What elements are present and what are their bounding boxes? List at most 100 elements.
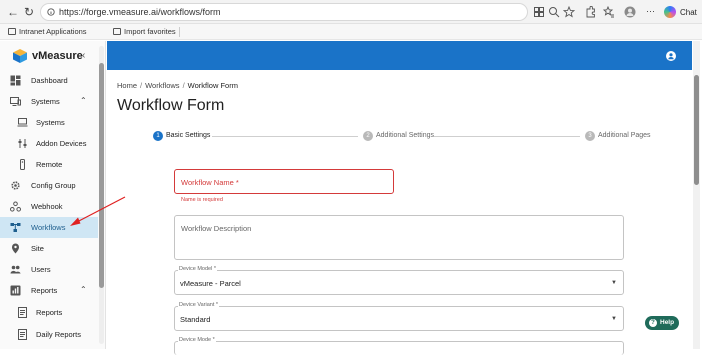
page-scrollbar-thumb[interactable] xyxy=(694,75,699,185)
browser-toolbar: ← ↻ https://forge.vmeasure.ai/workflows/… xyxy=(0,0,702,24)
breadcrumb-separator: / xyxy=(182,81,185,90)
help-icon: ? xyxy=(649,319,657,327)
sidebar-item-label: Systems xyxy=(31,97,60,106)
sidebar-item-workflows[interactable]: Workflows xyxy=(0,217,98,238)
step-label: Additional Settings xyxy=(376,132,434,139)
address-bar[interactable]: https://forge.vmeasure.ai/workflows/form xyxy=(40,3,528,21)
devices-icon xyxy=(18,139,27,148)
workflow-description-placeholder: Workflow Description xyxy=(181,224,252,233)
page-title: Workflow Form xyxy=(117,97,225,114)
gear-icon xyxy=(11,181,20,190)
collapse-sidebar-icon[interactable]: ‹ xyxy=(82,50,85,61)
remote-icon xyxy=(20,159,25,170)
profile-avatar-icon[interactable] xyxy=(624,6,636,18)
sidebar: vMeasure ‹ Dashboard Systems ⌃ Systems A… xyxy=(0,41,106,349)
sidebar-item-systems-group[interactable]: Systems ⌃ xyxy=(0,91,98,112)
sidebar-item-users[interactable]: Users xyxy=(0,259,98,280)
monitor-icon xyxy=(10,97,21,106)
device-model-select[interactable]: vMeasure - Parcel ▼ xyxy=(174,270,624,295)
app-header xyxy=(107,41,692,70)
sidebar-scrollbar-thumb[interactable] xyxy=(99,63,104,288)
dropdown-arrow-icon: ▼ xyxy=(611,280,617,286)
workflow-name-placeholder: Workflow Name * xyxy=(181,178,239,187)
chat-button[interactable]: Chat xyxy=(664,5,700,20)
account-icon[interactable] xyxy=(666,51,676,61)
breadcrumb-separator: / xyxy=(140,81,143,90)
sidebar-item-label: Reports xyxy=(31,286,58,295)
zoom-icon[interactable] xyxy=(548,6,560,18)
sidebar-item-label: Webhook xyxy=(31,202,63,211)
breadcrumb: Home / Workflows / Workflow Form xyxy=(117,81,238,90)
device-variant-select[interactable]: Standard ▼ xyxy=(174,306,624,331)
help-button[interactable]: ? Help xyxy=(645,316,679,330)
star-icon[interactable] xyxy=(563,6,575,18)
sidebar-item-webhook[interactable]: Webhook xyxy=(0,196,98,217)
workflow-icon xyxy=(10,223,21,232)
reports-icon xyxy=(10,285,21,296)
breadcrumb-workflows[interactable]: Workflows xyxy=(145,81,179,90)
workflow-name-error: Name is required xyxy=(181,197,223,203)
more-menu-icon[interactable]: ⋯ xyxy=(646,6,655,16)
users-icon xyxy=(10,265,21,274)
workflow-name-field[interactable]: Workflow Name * xyxy=(174,169,394,194)
url-text[interactable]: https://forge.vmeasure.ai/workflows/form xyxy=(59,7,221,17)
favorites-icon[interactable] xyxy=(603,6,615,18)
sidebar-item-label: Site xyxy=(31,244,44,253)
copilot-icon xyxy=(664,6,676,18)
apps-icon[interactable] xyxy=(533,6,545,18)
sidebar-item-remote[interactable]: Remote xyxy=(0,154,98,175)
sidebar-item-reports[interactable]: Reports xyxy=(0,302,98,323)
device-mode-select[interactable] xyxy=(174,341,624,355)
device-model-value: vMeasure - Parcel xyxy=(180,279,241,288)
device-variant-value: Standard xyxy=(180,315,211,324)
report-doc-icon xyxy=(18,307,27,318)
site-info-icon[interactable] xyxy=(47,8,55,16)
favorite-intranet-applications[interactable]: Intranet Applications xyxy=(8,27,87,36)
computer-icon xyxy=(17,118,28,127)
step-connector xyxy=(212,136,358,137)
step-label: Basic Settings xyxy=(166,132,211,139)
favorite-import[interactable]: Import favorites xyxy=(113,27,176,36)
dropdown-arrow-icon: ▼ xyxy=(611,316,617,322)
sidebar-item-daily-reports[interactable]: Daily Reports xyxy=(0,324,98,345)
sidebar-item-reports-group[interactable]: Reports ⌃ xyxy=(0,280,98,301)
daily-report-icon xyxy=(18,329,27,340)
sidebar-item-site[interactable]: Site xyxy=(0,238,98,259)
webhook-icon xyxy=(10,201,21,212)
favorite-label: Import favorites xyxy=(124,27,176,36)
location-pin-icon xyxy=(12,243,19,254)
sidebar-item-config-group[interactable]: Config Group xyxy=(0,175,98,196)
favorite-label: Intranet Applications xyxy=(19,27,87,36)
step-number: 3 xyxy=(585,131,595,141)
favorites-bar: Intranet Applications Import favorites xyxy=(0,24,702,40)
workflow-description-field[interactable]: Workflow Description xyxy=(174,215,624,260)
chat-label: Chat xyxy=(680,8,697,17)
step-connector xyxy=(434,136,580,137)
sidebar-item-label: Systems xyxy=(36,118,65,127)
sidebar-item-addon-devices[interactable]: Addon Devices xyxy=(0,133,98,154)
brand-name: vMeasure xyxy=(32,50,83,62)
sidebar-item-label: Addon Devices xyxy=(36,139,87,148)
sidebar-item-label: Daily Reports xyxy=(36,330,82,339)
step-number: 2 xyxy=(363,131,373,141)
sidebar-item-systems[interactable]: Systems xyxy=(0,112,98,133)
step-label: Additional Pages xyxy=(598,132,651,139)
refresh-icon[interactable]: ↻ xyxy=(22,5,36,19)
dashboard-icon xyxy=(10,75,21,86)
chevron-up-icon[interactable]: ⌃ xyxy=(80,96,87,105)
device-mode-label: Device Mode * xyxy=(178,337,216,343)
device-variant-label: Device Variant * xyxy=(178,302,220,308)
help-label: Help xyxy=(660,319,675,326)
device-model-label: Device Model * xyxy=(178,266,217,272)
sidebar-item-label: Workflows xyxy=(31,223,66,232)
breadcrumb-home[interactable]: Home xyxy=(117,81,137,90)
sidebar-item-label: Dashboard xyxy=(31,76,68,85)
sidebar-item-label: Remote xyxy=(36,160,63,169)
sidebar-item-dashboard[interactable]: Dashboard xyxy=(0,70,98,91)
sidebar-item-label: Config Group xyxy=(31,181,76,190)
chevron-up-icon[interactable]: ⌃ xyxy=(80,285,87,294)
back-icon[interactable]: ← xyxy=(6,5,20,19)
favorites-divider xyxy=(179,27,180,37)
extensions-icon[interactable] xyxy=(584,6,596,18)
import-icon xyxy=(113,28,121,35)
